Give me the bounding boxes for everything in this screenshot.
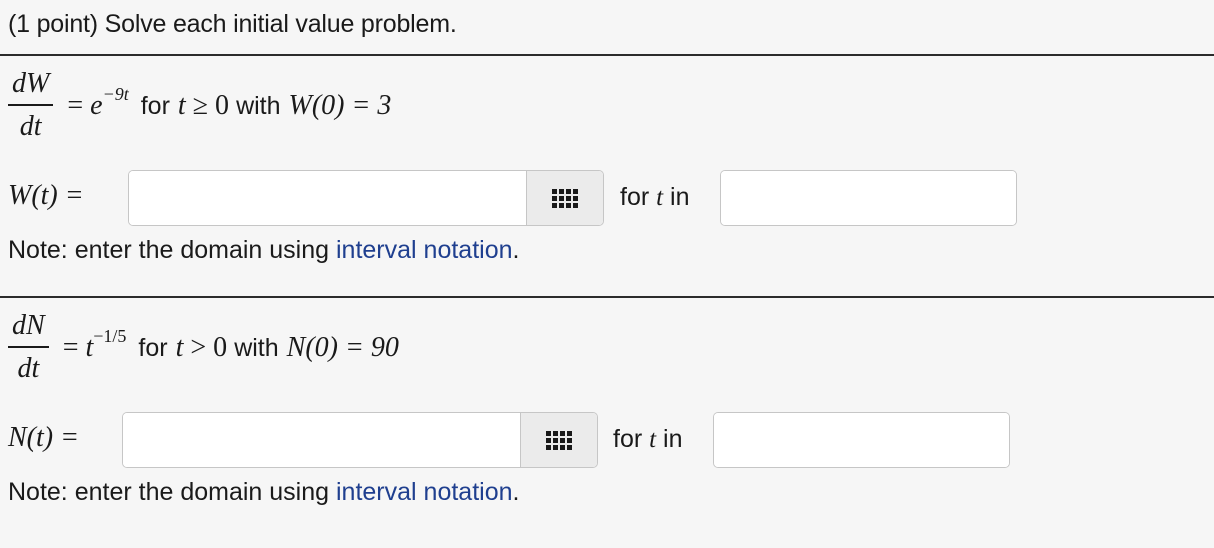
note-suffix: . — [512, 478, 520, 506]
domain-label: for t in — [620, 183, 690, 212]
note-suffix: . — [512, 236, 520, 264]
domain-label: for t in — [613, 425, 683, 454]
equation-editor-button[interactable] — [520, 413, 597, 467]
note-text: Note: enter the domain using — [8, 236, 330, 264]
condition-relation: ≥ 0 — [185, 89, 237, 121]
domain-variable: t — [649, 426, 657, 453]
rhs-base: e — [90, 89, 103, 121]
rhs-exponent: −1/5 — [93, 325, 127, 346]
with-text: with — [234, 333, 279, 362]
condition-variable: t — [175, 331, 184, 363]
answer-input[interactable] — [129, 171, 526, 225]
divider — [0, 54, 1214, 56]
domain-field[interactable] — [720, 170, 1017, 226]
domain-field[interactable] — [713, 412, 1010, 468]
answer-field[interactable] — [122, 412, 598, 468]
interval-notation-link[interactable]: interval notation — [336, 478, 513, 506]
problem-intro: (1 point) Solve each initial value probl… — [8, 10, 457, 38]
for-text: for — [138, 333, 168, 362]
divider — [0, 296, 1214, 298]
rhs-exponent: −9t — [102, 83, 129, 104]
grid-icon — [546, 430, 572, 450]
fraction-numerator: dN — [12, 310, 45, 341]
interval-notation-link[interactable]: interval notation — [336, 236, 513, 264]
fraction-bar — [8, 346, 49, 348]
rhs-base: t — [85, 331, 94, 363]
derivative-fraction: dW dt — [8, 68, 54, 143]
for-label: for — [620, 183, 650, 211]
answer-input[interactable] — [123, 413, 520, 467]
condition-relation: > 0 — [183, 331, 235, 363]
answer-label: N(t) = — [8, 422, 79, 453]
fraction-denominator: dt — [17, 353, 40, 384]
condition-variable: t — [177, 89, 186, 121]
in-label: in — [670, 183, 690, 211]
for-label: for — [613, 425, 643, 453]
differential-equation-2: dN dt = t −1/5 for t > 0 with N(0) = 90 — [8, 310, 399, 385]
domain-input[interactable] — [714, 413, 1009, 467]
derivative-fraction: dN dt — [8, 310, 49, 385]
domain-variable: t — [656, 184, 664, 211]
initial-condition: N(0) = 90 — [286, 331, 399, 363]
domain-input[interactable] — [721, 171, 1016, 225]
note-text: Note: enter the domain using — [8, 478, 330, 506]
with-text: with — [236, 91, 281, 120]
domain-note: Note: enter the domain using interval no… — [8, 236, 519, 265]
initial-condition: W(0) = 3 — [288, 89, 392, 121]
answer-field[interactable] — [128, 170, 604, 226]
fraction-denominator: dt — [19, 111, 42, 142]
fraction-numerator: dW — [12, 68, 50, 99]
domain-note: Note: enter the domain using interval no… — [8, 478, 519, 507]
in-label: in — [663, 425, 683, 453]
grid-icon — [552, 188, 578, 208]
differential-equation-1: dW dt = e −9t for t ≥ 0 with W(0) = 3 — [8, 68, 391, 143]
answer-label: W(t) = — [8, 180, 84, 211]
for-text: for — [140, 91, 170, 120]
equation-editor-button[interactable] — [526, 171, 603, 225]
fraction-bar — [8, 104, 54, 106]
